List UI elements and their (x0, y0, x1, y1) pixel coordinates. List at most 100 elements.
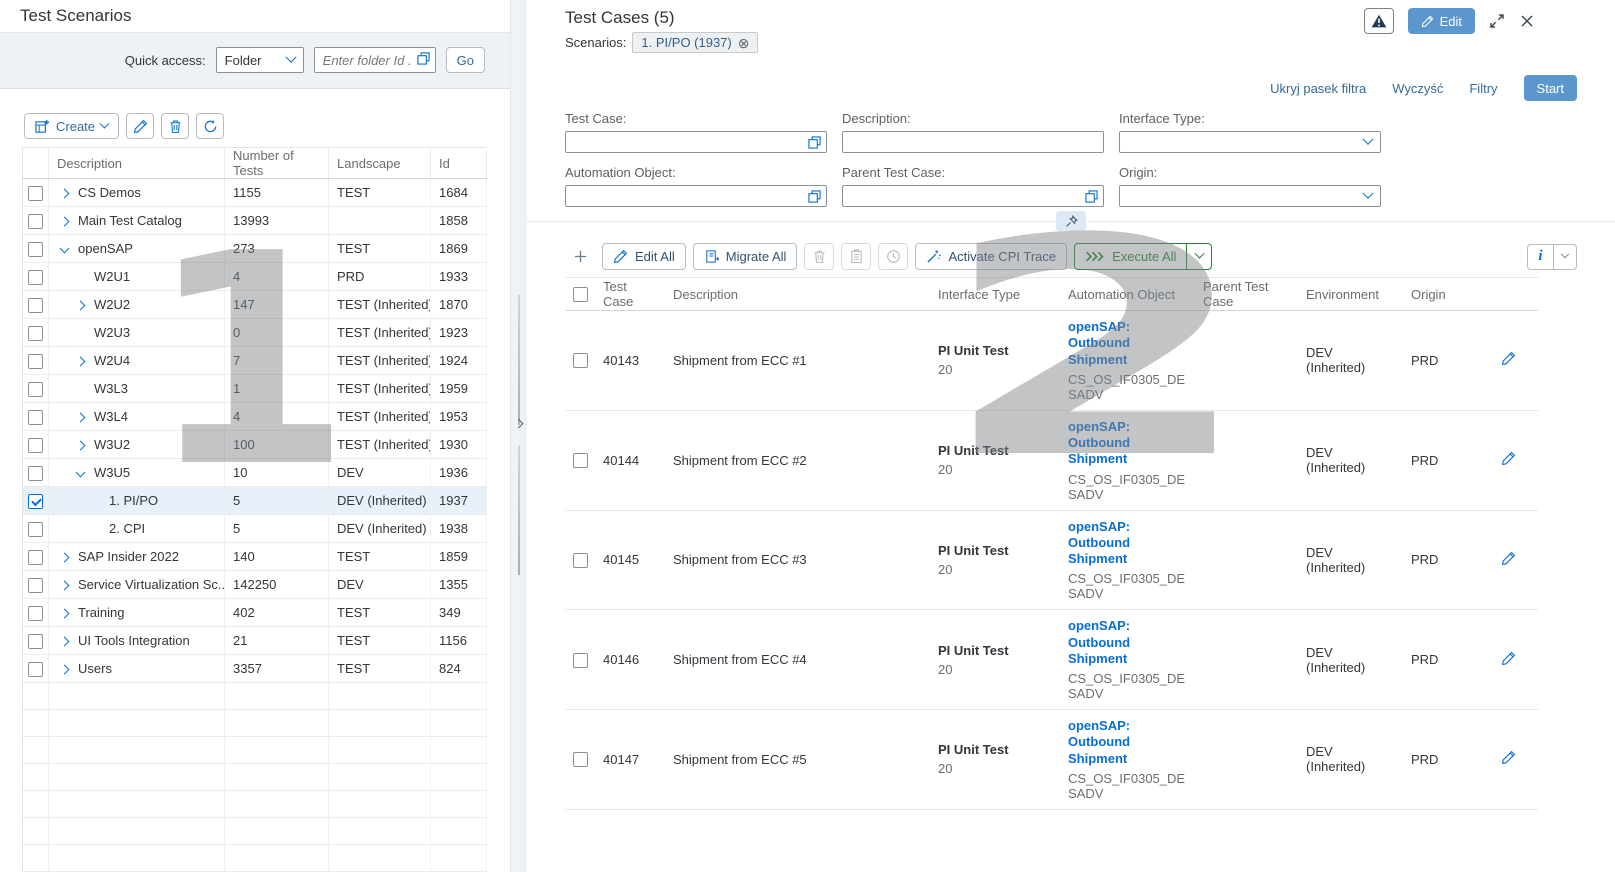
scenario-row[interactable]: 2. CPI 5 DEV (Inherited) 1938 (23, 515, 487, 543)
scenario-row[interactable]: UI Tools Integration 21 TEST 1156 (23, 627, 487, 655)
scenario-description[interactable]: W2U1 (94, 269, 130, 284)
scenario-row[interactable]: W3L4 4 TEST (Inherited) 1953 (23, 403, 487, 431)
start-button[interactable]: Start (1524, 75, 1577, 101)
automation-object-link[interactable]: openSAP: Outbound Shipment (1068, 319, 1187, 368)
scenario-description[interactable]: SAP Insider 2022 (78, 549, 179, 564)
edit-row-button[interactable] (1501, 554, 1516, 569)
token-remove-icon[interactable]: ⊗ (738, 36, 750, 50)
scenario-description[interactable]: Service Virtualization Sc... (78, 577, 225, 592)
expand-icon[interactable] (61, 216, 78, 225)
row-checkbox[interactable] (28, 410, 43, 425)
row-checkbox[interactable] (573, 353, 588, 368)
row-checkbox[interactable] (28, 354, 43, 369)
filters-link[interactable]: Filtry (1469, 81, 1497, 96)
row-checkbox[interactable] (28, 522, 43, 537)
warning-button[interactable] (1364, 8, 1394, 34)
scenario-row[interactable]: W3U5 10 DEV 1936 (23, 459, 487, 487)
expand-icon[interactable] (92, 496, 109, 505)
value-help-icon[interactable] (808, 136, 821, 151)
expand-icon[interactable] (92, 524, 109, 533)
row-checkbox[interactable] (573, 553, 588, 568)
scenario-row[interactable]: Training 402 TEST 349 (23, 599, 487, 627)
scenario-description[interactable]: W2U2 (94, 297, 130, 312)
scenario-row[interactable]: W2U4 7 TEST (Inherited) 1924 (23, 347, 487, 375)
scenario-row[interactable]: W2U2 147 TEST (Inherited) 1870 (23, 291, 487, 319)
row-checkbox[interactable] (28, 382, 43, 397)
row-checkbox[interactable] (28, 326, 43, 341)
expand-icon[interactable] (61, 636, 78, 645)
column-header-origin[interactable]: Origin (1403, 278, 1493, 311)
row-checkbox[interactable] (28, 662, 43, 677)
delete-test-case-button[interactable] (804, 243, 834, 270)
automation-object-link[interactable]: openSAP: Outbound Shipment (1068, 519, 1187, 568)
test-case-row[interactable]: 40145 Shipment from ECC #3 PI Unit Test2… (565, 510, 1538, 610)
hide-filter-bar-link[interactable]: Ukryj pasek filtra (1270, 81, 1366, 96)
panel-splitter[interactable] (511, 0, 527, 872)
column-header-automation-object[interactable]: Automation Object (1060, 278, 1195, 311)
scenario-row[interactable]: W3U2 100 TEST (Inherited) 1930 (23, 431, 487, 459)
scenario-description[interactable]: W3U5 (94, 465, 130, 480)
select-all-checkbox[interactable] (573, 287, 588, 302)
row-checkbox[interactable] (28, 270, 43, 285)
interface-type-select[interactable] (1119, 131, 1381, 153)
execute-all-menu-button[interactable] (1186, 243, 1212, 270)
create-button[interactable]: Create (24, 113, 119, 139)
scenario-description[interactable]: W2U3 (94, 325, 130, 340)
scenario-row[interactable]: CS Demos 1155 TEST 1684 (23, 179, 487, 207)
scenario-description[interactable]: Main Test Catalog (78, 213, 182, 228)
edit-all-button[interactable]: Edit All (602, 243, 686, 270)
edit-row-button[interactable] (1501, 753, 1516, 768)
scenario-row[interactable]: W2U3 0 TEST (Inherited) 1923 (23, 319, 487, 347)
pin-filter-bar-button[interactable] (1056, 211, 1086, 231)
parent-test-case-filter-input[interactable] (842, 185, 1104, 207)
scenario-row[interactable]: W2U1 4 PRD 1933 (23, 263, 487, 291)
scenario-row[interactable]: SAP Insider 2022 140 TEST 1859 (23, 543, 487, 571)
scenario-description[interactable]: 2. CPI (109, 521, 145, 536)
edit-row-button[interactable] (1501, 454, 1516, 469)
scenario-description[interactable]: W2U4 (94, 353, 130, 368)
row-checkbox[interactable] (28, 242, 43, 257)
column-header-landscape[interactable]: Landscape (329, 148, 431, 179)
column-header-description[interactable]: Description (49, 148, 225, 179)
column-header-number-of-tests[interactable]: Number of Tests (225, 148, 329, 179)
test-case-row[interactable]: 40143 Shipment from ECC #1 PI Unit Test2… (565, 311, 1538, 411)
delete-scenario-button[interactable] (161, 113, 189, 139)
scenario-description[interactable]: openSAP (78, 241, 133, 256)
expand-icon[interactable] (77, 440, 94, 449)
row-checkbox[interactable] (28, 634, 43, 649)
row-checkbox[interactable] (573, 453, 588, 468)
expand-icon[interactable] (61, 188, 78, 197)
scenario-row[interactable]: Service Virtualization Sc... 142250 DEV … (23, 571, 487, 599)
migrate-all-button[interactable]: Migrate All (693, 243, 798, 270)
test-case-row[interactable]: 40144 Shipment from ECC #2 PI Unit Test2… (565, 410, 1538, 510)
expand-icon[interactable] (61, 664, 78, 673)
value-help-icon[interactable] (808, 190, 821, 205)
test-case-row[interactable]: 40146 Shipment from ECC #4 PI Unit Test2… (565, 610, 1538, 710)
expand-icon[interactable] (77, 328, 94, 337)
expand-icon[interactable] (61, 580, 78, 589)
description-filter-input[interactable] (842, 131, 1104, 153)
info-menu-button[interactable] (1553, 244, 1577, 270)
row-checkbox[interactable] (28, 298, 43, 313)
column-header-test-case[interactable]: Test Case (595, 278, 665, 311)
row-checkbox[interactable] (28, 550, 43, 565)
scenario-description[interactable]: W3L4 (94, 409, 128, 424)
expand-icon[interactable] (77, 356, 94, 365)
scenario-description[interactable]: W3U2 (94, 437, 130, 452)
expand-icon[interactable] (77, 384, 94, 393)
row-checkbox[interactable] (28, 466, 43, 481)
automation-object-filter-input[interactable] (565, 185, 827, 207)
column-header-environment[interactable]: Environment (1298, 278, 1403, 311)
row-checkbox[interactable] (28, 214, 43, 229)
go-button[interactable]: Go (446, 47, 485, 73)
scenario-description[interactable]: W3L3 (94, 381, 128, 396)
row-checkbox[interactable] (28, 438, 43, 453)
scenario-row[interactable]: W3L3 1 TEST (Inherited) 1959 (23, 375, 487, 403)
test-case-row[interactable]: 40147 Shipment from ECC #5 PI Unit Test2… (565, 710, 1538, 810)
row-checkbox[interactable] (573, 653, 588, 668)
value-help-icon[interactable] (417, 52, 430, 67)
expand-icon[interactable] (77, 469, 94, 476)
row-checkbox[interactable] (573, 752, 588, 767)
column-header-id[interactable]: Id (431, 148, 487, 179)
fullscreen-icon[interactable] (1489, 13, 1505, 29)
